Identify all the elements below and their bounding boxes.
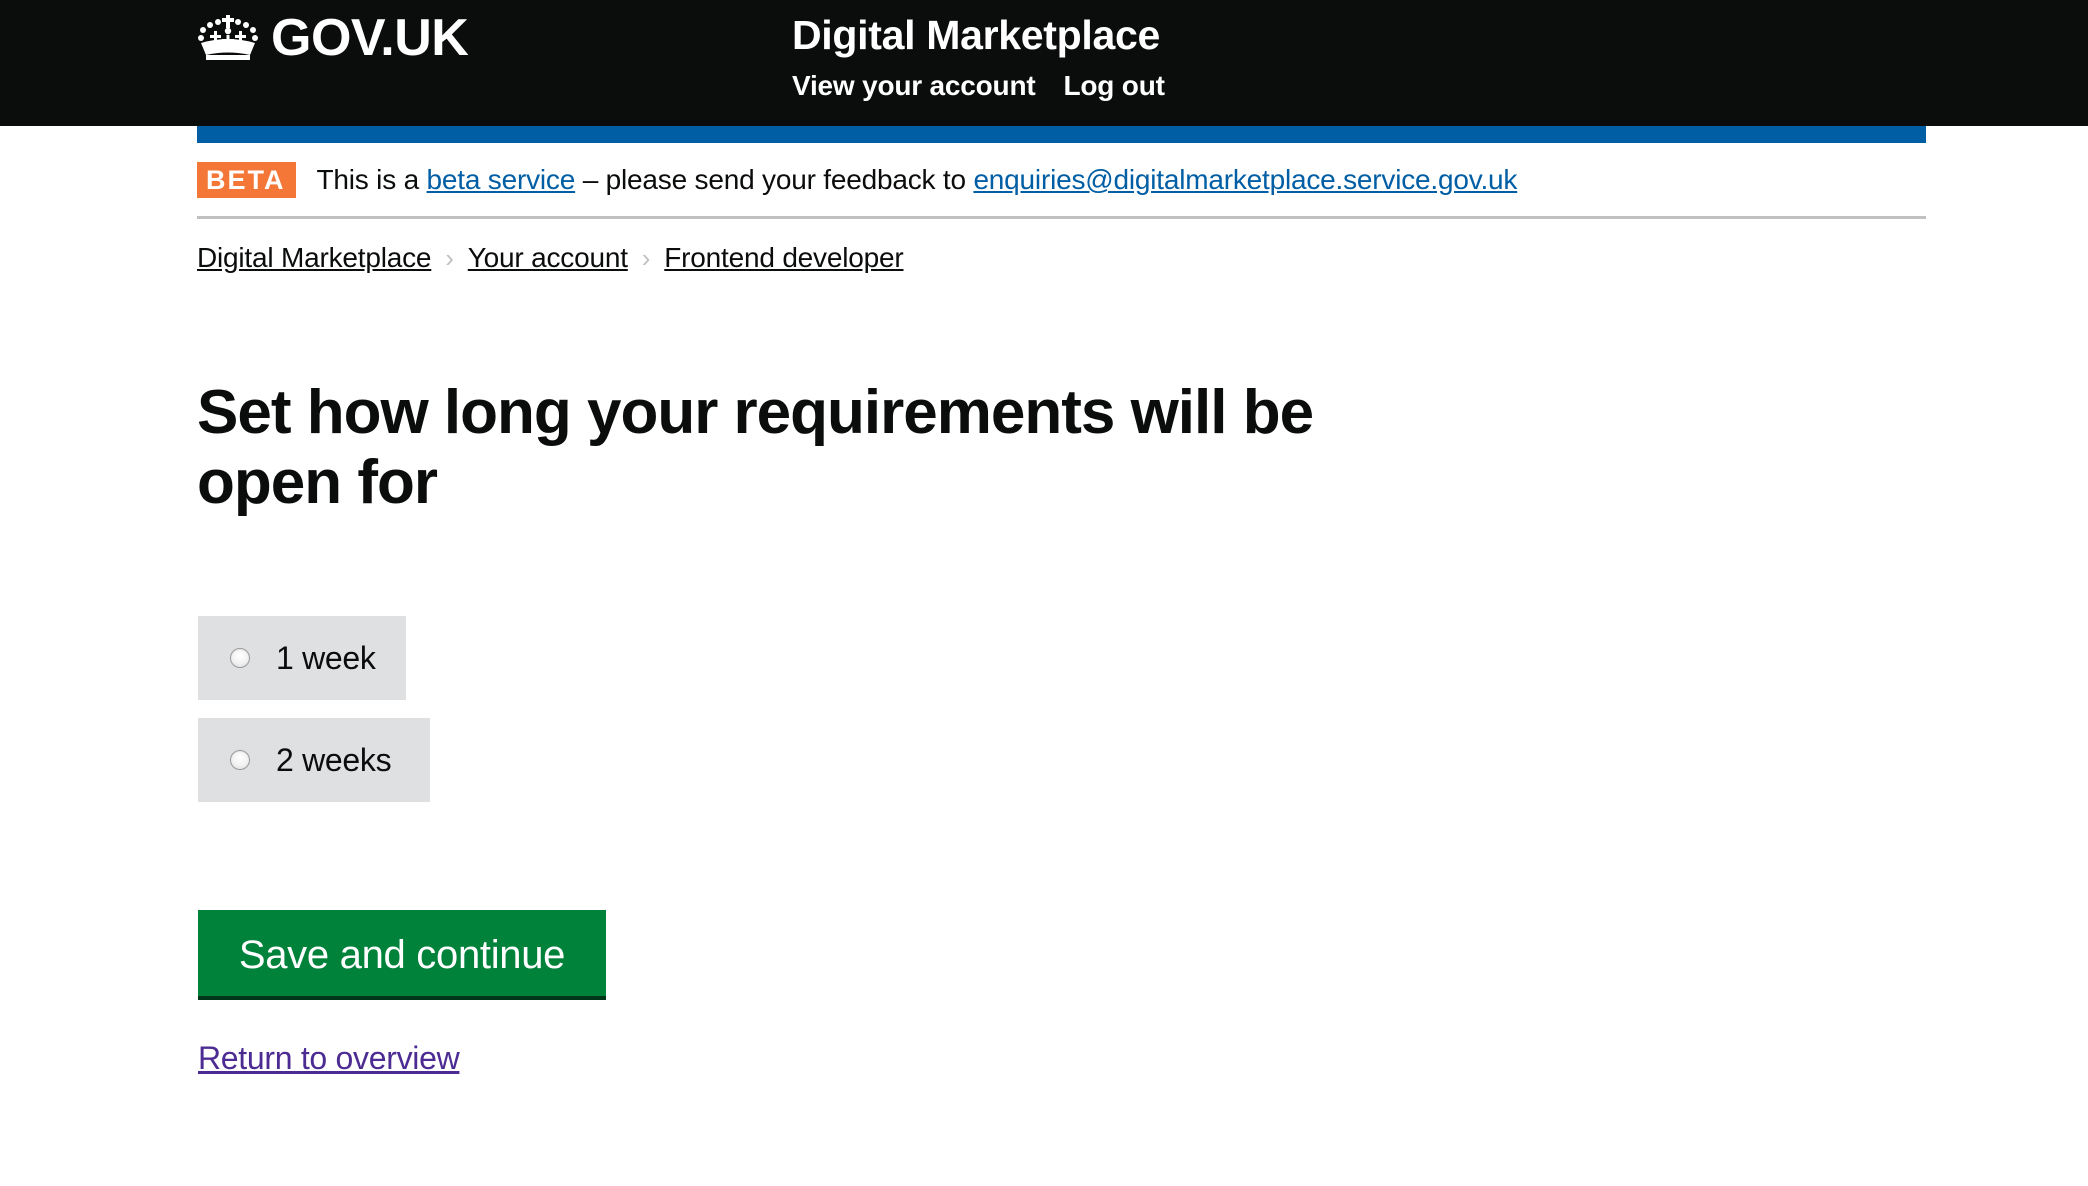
header-blue-bar bbox=[197, 126, 1926, 143]
save-and-continue-button[interactable]: Save and continue bbox=[198, 910, 606, 1000]
radio-option-1-week[interactable]: 1 week bbox=[198, 616, 406, 700]
govuk-logo-text: GOV.UK bbox=[271, 9, 469, 67]
radio-label: 1 week bbox=[276, 640, 376, 676]
beta-service-link[interactable]: beta service bbox=[427, 164, 576, 195]
phase-text-middle: – please send your feedback to bbox=[575, 164, 974, 195]
breadcrumb-digital-marketplace[interactable]: Digital Marketplace bbox=[197, 238, 431, 278]
radio-label: 2 weeks bbox=[276, 742, 392, 778]
log-out-link[interactable]: Log out bbox=[1064, 68, 1165, 104]
breadcrumb-frontend-developer[interactable]: Frontend developer bbox=[664, 238, 903, 278]
view-your-account-link[interactable]: View your account bbox=[792, 68, 1036, 104]
radio-option-2-weeks[interactable]: 2 weeks bbox=[198, 718, 430, 802]
header-nav: View your account Log out bbox=[792, 68, 1165, 104]
feedback-email-link[interactable]: enquiries@digitalmarketplace.service.gov… bbox=[973, 164, 1517, 195]
return-to-overview-link[interactable]: Return to overview bbox=[198, 1036, 460, 1080]
breadcrumb: Digital Marketplace › Your account › Fro… bbox=[197, 238, 904, 278]
phase-banner-text: This is a beta service – please send you… bbox=[317, 160, 1518, 200]
beta-tag: BETA bbox=[197, 162, 296, 198]
crown-icon bbox=[198, 15, 258, 60]
global-header: GOV.UK Digital Marketplace View your acc… bbox=[0, 0, 2088, 126]
radio-button[interactable] bbox=[230, 750, 250, 770]
chevron-right-icon: › bbox=[641, 243, 651, 273]
breadcrumb-your-account[interactable]: Your account bbox=[468, 238, 628, 278]
page-title: Set how long your requirements will be o… bbox=[197, 378, 1314, 517]
chevron-right-icon: › bbox=[445, 243, 454, 273]
radio-button[interactable] bbox=[230, 648, 250, 668]
service-name-link[interactable]: Digital Marketplace bbox=[792, 10, 1160, 60]
phase-text-before: This is a bbox=[316, 164, 427, 195]
phase-banner: BETA This is a beta service – please sen… bbox=[197, 160, 1926, 219]
govuk-logo-link[interactable]: GOV.UK bbox=[197, 8, 469, 68]
